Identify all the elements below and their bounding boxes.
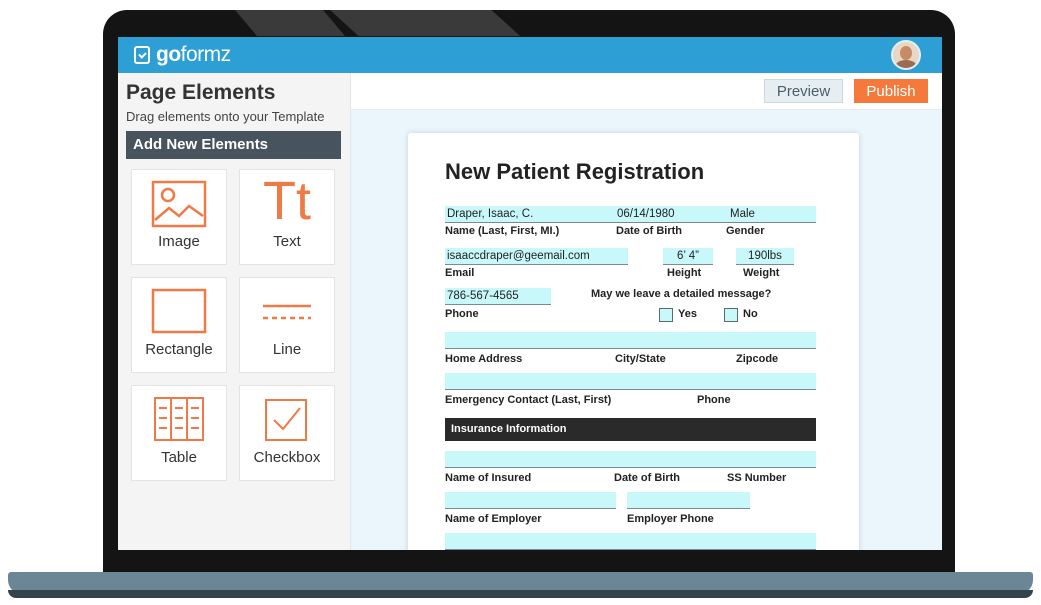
height-field[interactable]: 6’ 4” <box>663 248 713 265</box>
weight-field[interactable]: 190lbs <box>736 248 794 265</box>
element-label-image: Image <box>158 233 200 250</box>
sidebar: Page Elements Drag elements onto your Te… <box>118 73 351 550</box>
name-label: Name (Last, First, MI.) <box>445 225 560 237</box>
emergency-phone-label: Phone <box>697 394 731 406</box>
element-label-rectangle: Rectangle <box>145 341 213 358</box>
city-state-label: City/State <box>615 353 666 365</box>
insured-info-field[interactable] <box>445 451 816 468</box>
email-label: Email <box>445 267 475 279</box>
home-address-label: Home Address <box>445 353 523 365</box>
checkbox-icon <box>265 399 307 441</box>
element-tile-text[interactable]: Tt Text <box>239 169 335 265</box>
employer-phone-field[interactable] <box>627 492 750 509</box>
element-label-text: Text <box>273 233 301 250</box>
rectangle-icon <box>151 288 207 334</box>
insured-dob-label: Date of Birth <box>614 472 680 484</box>
user-avatar[interactable] <box>891 40 921 70</box>
sidebar-subtitle: Drag elements onto your Template <box>126 109 325 124</box>
app-header: goformz <box>118 37 942 73</box>
email-field[interactable]: isaaccdraper@geemail.com <box>445 248 628 265</box>
emergency-contact-label: Emergency Contact (Last, First) <box>445 394 612 406</box>
form-title: New Patient Registration <box>445 159 705 184</box>
phone-label: Phone <box>445 308 479 320</box>
dob-value: 06/14/1980 <box>617 208 675 220</box>
yes-label: Yes <box>678 308 697 320</box>
employer-name-field[interactable] <box>445 492 616 509</box>
dob-label: Date of Birth <box>616 225 682 237</box>
goformz-logo-icon <box>134 46 150 64</box>
form-field[interactable] <box>445 533 816 550</box>
weight-label: Weight <box>743 267 780 279</box>
element-tile-line[interactable]: Line <box>239 277 335 373</box>
brand-logo[interactable]: goformz <box>134 43 231 67</box>
element-tile-image[interactable]: Image <box>131 169 227 265</box>
add-new-elements-header: Add New Elements <box>126 131 341 159</box>
image-icon <box>151 180 207 228</box>
element-tile-rectangle[interactable]: Rectangle <box>131 277 227 373</box>
phone-field[interactable]: 786-567-4565 <box>445 288 551 305</box>
element-label-table: Table <box>161 449 197 466</box>
preview-button[interactable]: Preview <box>764 79 843 103</box>
laptop-base-edge <box>8 590 1033 598</box>
message-question: May we leave a detailed message? <box>591 288 772 300</box>
element-tile-table[interactable]: Table <box>131 385 227 481</box>
sidebar-title: Page Elements <box>126 81 276 104</box>
name-value: Draper, Isaac, C. <box>447 208 534 220</box>
element-tile-checkbox[interactable]: Checkbox <box>239 385 335 481</box>
gender-value: Male <box>730 208 755 220</box>
no-checkbox[interactable] <box>724 308 738 322</box>
height-label: Height <box>667 267 702 279</box>
home-address-field[interactable] <box>445 332 816 349</box>
ss-number-label: SS Number <box>727 472 787 484</box>
editor-toolbar: Preview Publish <box>351 73 942 110</box>
no-label: No <box>743 308 758 320</box>
text-icon: Tt <box>263 171 311 231</box>
name-of-employer-label: Name of Employer <box>445 513 542 525</box>
yes-checkbox[interactable] <box>659 308 673 322</box>
app-screen: goformz Page Elements Drag elements onto… <box>118 37 942 550</box>
form-page: New Patient Registration Draper, Isaac, … <box>408 133 859 550</box>
insurance-section-header: Insurance Information <box>445 418 816 441</box>
brand-name: goformz <box>156 43 231 66</box>
element-label-checkbox: Checkbox <box>253 449 321 466</box>
bezel-glare <box>330 10 520 36</box>
line-icon <box>263 304 311 320</box>
table-icon <box>154 397 204 441</box>
publish-button[interactable]: Publish <box>854 79 928 103</box>
gender-label: Gender <box>726 225 765 237</box>
emergency-contact-field[interactable] <box>445 373 816 390</box>
name-of-insured-label: Name of Insured <box>445 472 532 484</box>
element-label-line: Line <box>272 341 302 358</box>
employer-phone-label: Employer Phone <box>627 513 714 525</box>
zipcode-label: Zipcode <box>736 353 779 365</box>
